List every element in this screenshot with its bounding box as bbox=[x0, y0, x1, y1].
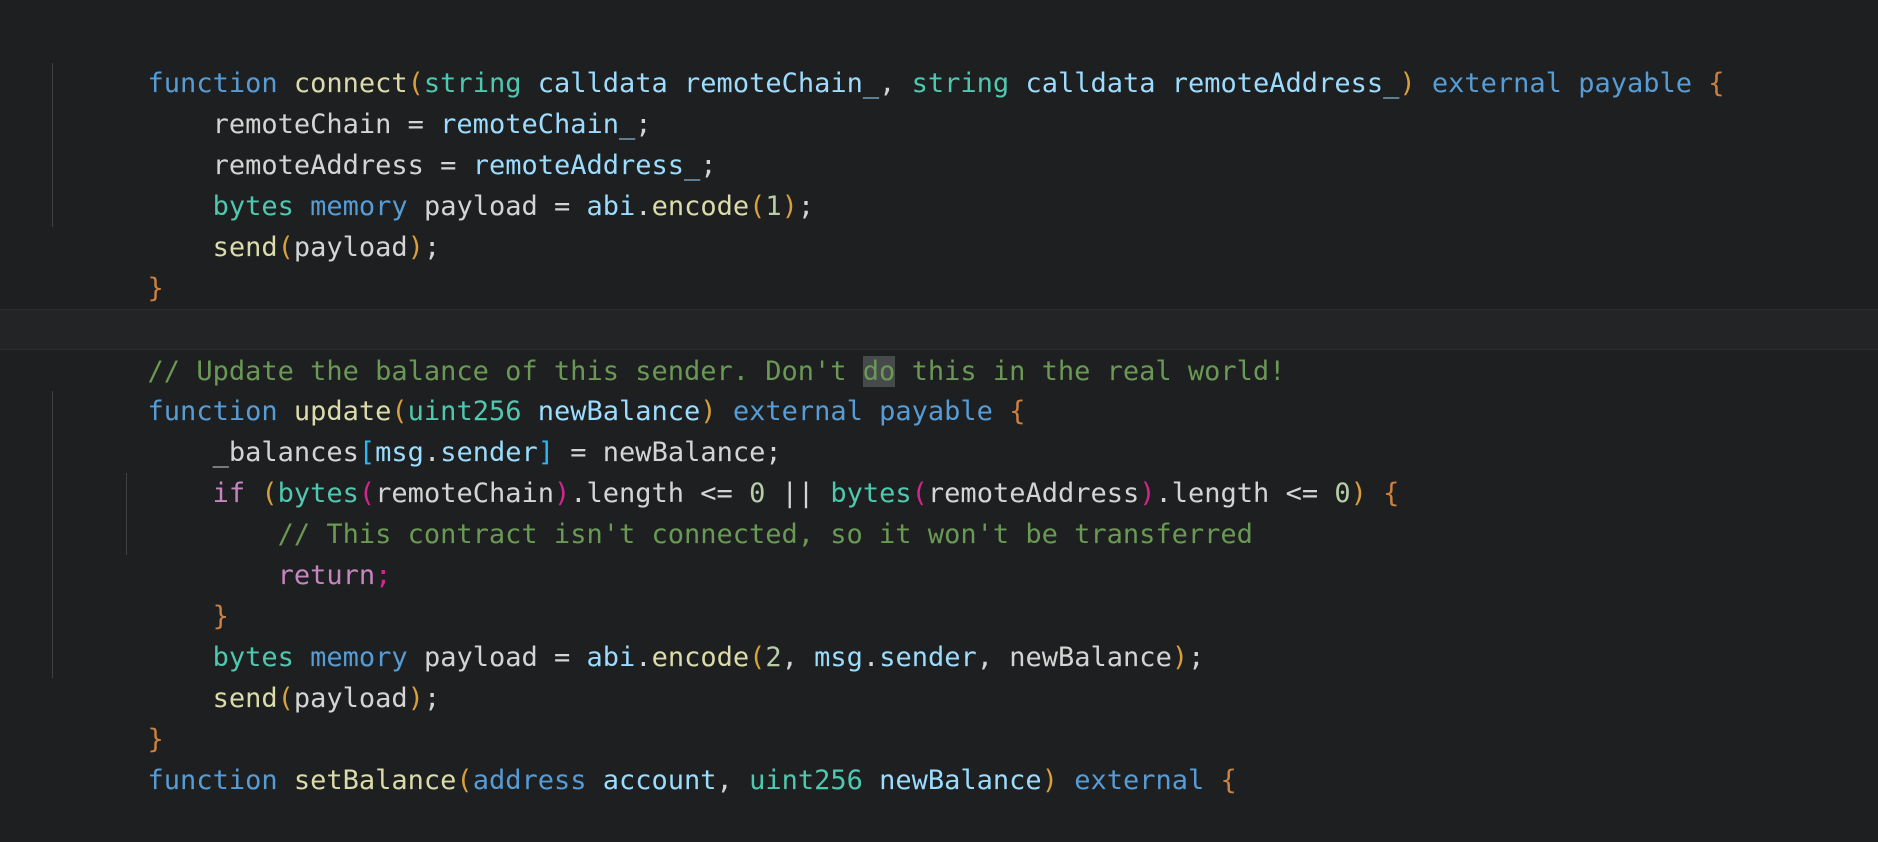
code-line[interactable]: send(payload); bbox=[0, 186, 1878, 263]
code-line[interactable]: function update(uint256 newBalance) exte… bbox=[0, 350, 1878, 427]
code-line-blank[interactable] bbox=[0, 268, 1878, 309]
code-line[interactable]: send(payload); bbox=[0, 637, 1878, 714]
token-parameter: newBalance bbox=[879, 765, 1042, 796]
code-line[interactable]: bytes memory payload = abi.encode(1); bbox=[0, 145, 1878, 222]
code-content[interactable]: function connect(string calldata remoteC… bbox=[0, 22, 1878, 796]
indent-guide bbox=[52, 596, 53, 637]
code-line[interactable]: if (bytes(remoteChain).length <= 0 || by… bbox=[0, 432, 1878, 509]
indent-guide bbox=[52, 104, 53, 145]
code-line-highlighted[interactable]: // Update the balance of this sender. Do… bbox=[0, 309, 1878, 387]
code-line[interactable]: remoteAddress = remoteAddress_; bbox=[0, 104, 1878, 181]
indent-guide bbox=[52, 145, 53, 186]
code-line[interactable]: bytes memory payload = abi.encode(2, msg… bbox=[0, 596, 1878, 673]
token-brace: { bbox=[1220, 765, 1237, 796]
code-line-clipped[interactable]: function setBalance(address account, uin… bbox=[0, 719, 1878, 796]
indent-guide bbox=[52, 63, 53, 104]
token-parameter: account bbox=[602, 765, 717, 796]
code-line[interactable]: _balances[msg.sender] = newBalance; bbox=[0, 391, 1878, 468]
indent-guide bbox=[52, 514, 53, 555]
indent-guide bbox=[126, 473, 127, 514]
indent-guide bbox=[52, 473, 53, 514]
token-comma: , bbox=[716, 765, 750, 796]
indent-guide bbox=[52, 432, 53, 473]
indent-guide bbox=[126, 514, 127, 555]
code-line[interactable]: return; bbox=[0, 514, 1878, 591]
indent-guide bbox=[52, 186, 53, 227]
code-line[interactable]: // This contract isn't connected, so it … bbox=[0, 473, 1878, 550]
indent-guide bbox=[52, 391, 53, 432]
code-line[interactable]: } bbox=[0, 678, 1878, 755]
token-bracket: ) bbox=[1041, 765, 1058, 796]
code-line[interactable]: } bbox=[0, 555, 1878, 632]
code-editor-viewport[interactable]: function connect(string calldata remoteC… bbox=[0, 0, 1878, 796]
token-type: uint256 bbox=[749, 765, 863, 796]
token-keyword: function bbox=[147, 765, 278, 796]
indent-guide bbox=[52, 637, 53, 678]
token-function-name: setBalance bbox=[293, 765, 457, 796]
token-keyword: external bbox=[1074, 765, 1205, 796]
code-line[interactable]: remoteChain = remoteChain_; bbox=[0, 63, 1878, 140]
indent-guide bbox=[52, 555, 53, 596]
token-bracket: ( bbox=[456, 765, 473, 796]
token-type-address: address bbox=[472, 765, 587, 796]
code-line[interactable]: } bbox=[0, 227, 1878, 304]
code-line[interactable]: function connect(string calldata remoteC… bbox=[0, 22, 1878, 99]
